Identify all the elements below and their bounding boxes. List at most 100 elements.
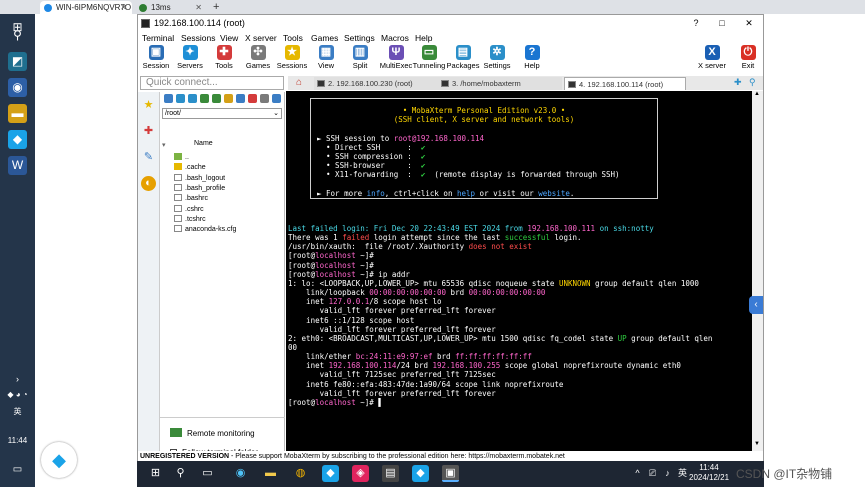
mobaxterm-float-icon[interactable]: ◆: [41, 442, 77, 478]
toolbar-session-button[interactable]: ▣ Session: [138, 44, 174, 70]
toolbar-x-server-button[interactable]: XX server: [694, 44, 730, 70]
browser-tab-remote[interactable]: WIN-6IPM6NQVR7O ✕: [40, 1, 132, 14]
file-row[interactable]: .cache: [174, 163, 206, 173]
mobaxterm-icon[interactable]: ◆: [322, 465, 339, 482]
new-tab-button[interactable]: +: [213, 0, 219, 14]
session-tab-4-active[interactable]: 4. 192.168.100.114 (root): [564, 77, 686, 90]
menu-sessions[interactable]: Sessions: [181, 32, 216, 44]
session-tab-2[interactable]: 2. 192.168.100.230 (root): [314, 77, 438, 90]
word-icon[interactable]: W: [8, 156, 27, 175]
attach-icon[interactable]: ⚲: [749, 77, 756, 88]
toolbar-label: Packages: [446, 61, 480, 70]
app-icon-c[interactable]: ◆: [412, 465, 429, 482]
terminal-icon[interactable]: ▤: [382, 465, 399, 482]
mobaxterm-icon[interactable]: ◆: [8, 130, 27, 149]
menu-help[interactable]: Help: [415, 32, 432, 44]
edge-icon[interactable]: ◉: [232, 465, 249, 482]
menu-games[interactable]: Games: [311, 32, 338, 44]
chevron-down-icon[interactable]: ⌄: [273, 109, 279, 118]
new-tab-icon[interactable]: ✚: [734, 77, 742, 88]
file-icon: [174, 183, 182, 191]
play-icon[interactable]: [212, 94, 221, 103]
folder-icon[interactable]: ▬: [262, 465, 279, 482]
refresh-icon[interactable]: [200, 94, 209, 103]
terminal[interactable]: • MobaXterm Personal Edition v23.0 • (SSH…: [286, 91, 752, 451]
toolbar-servers-button[interactable]: ✦ Servers: [172, 44, 208, 70]
folder-icon[interactable]: ▬: [8, 104, 27, 123]
file-row[interactable]: ..: [174, 153, 189, 163]
search-icon[interactable]: ⚲: [172, 465, 189, 482]
tools-icon[interactable]: ✚: [141, 124, 156, 139]
session-tab-3[interactable]: 3. /home/mobaxterm: [438, 77, 562, 90]
file-row[interactable]: anaconda-ks.cfg: [174, 225, 236, 235]
properties-icon[interactable]: [260, 94, 269, 103]
menu-settings[interactable]: Settings: [344, 32, 375, 44]
sftp-column-header[interactable]: Name: [194, 140, 213, 147]
sessions-star-icon[interactable]: ★: [141, 98, 156, 113]
toolbar-games-button[interactable]: ✣ Games: [240, 44, 276, 70]
sftp-path-input[interactable]: /root/ ⌄: [162, 108, 282, 119]
menu-view[interactable]: View: [220, 32, 238, 44]
download-icon[interactable]: [176, 94, 185, 103]
upload-icon[interactable]: [188, 94, 197, 103]
file-row[interactable]: .bashrc: [174, 194, 208, 204]
toolbar-view-button[interactable]: ▦ View: [308, 44, 344, 70]
minimize-button[interactable]: ?: [690, 15, 702, 32]
browser-tab-ping[interactable]: 13ms ✕: [135, 1, 207, 14]
up-folder-icon[interactable]: [164, 94, 173, 103]
expand-icon[interactable]: ›: [0, 374, 35, 384]
toolbar-multiexec-button[interactable]: Ψ MultiExec: [378, 44, 414, 70]
tray-lang[interactable]: 英: [0, 406, 35, 417]
terminal-line: inet6 ::1/128 scope host: [288, 316, 414, 325]
terminal-text: link/loopback: [288, 288, 370, 298]
toolbar-label: Games: [245, 61, 271, 70]
expand-panel-button[interactable]: ‹: [749, 296, 763, 314]
close-icon[interactable]: ✕: [195, 1, 202, 14]
scroll-up-icon[interactable]: ▲: [754, 91, 760, 97]
toolbar-help-button[interactable]: ? Help: [514, 44, 550, 70]
remote-monitoring-button[interactable]: Remote monitoring: [170, 428, 270, 440]
app-icon-active[interactable]: ▣: [442, 465, 459, 482]
close-icon[interactable]: ✕: [120, 1, 127, 14]
chrome-icon[interactable]: ◍: [292, 465, 309, 482]
toolbar-split-button[interactable]: ▥ Split: [342, 44, 378, 70]
sftp-icon[interactable]: ◐: [141, 176, 156, 191]
new-file-icon[interactable]: [236, 94, 245, 103]
macros-icon[interactable]: ✎: [141, 150, 156, 165]
app-icon-a[interactable]: ◩: [8, 52, 27, 71]
toolbar-settings-button[interactable]: ✲ Settings: [479, 44, 515, 70]
toolbar-sessions-button[interactable]: ★ Sessions: [274, 44, 310, 70]
file-row[interactable]: .tcshrc: [174, 214, 206, 225]
file-row[interactable]: .cshrc: [174, 204, 204, 215]
restore-button[interactable]: □: [716, 15, 728, 32]
taskbar-clock[interactable]: 11:44 2024/12/21: [689, 463, 729, 483]
home-tab-icon[interactable]: ⌂: [296, 77, 302, 88]
notification-icon[interactable]: ▭: [0, 464, 35, 475]
status-message[interactable]: - Please support MobaXterm by subscribin…: [231, 453, 565, 460]
file-row[interactable]: .bash_profile: [174, 183, 225, 194]
menu-terminal[interactable]: Terminal: [142, 32, 174, 44]
toolbar-packages-button[interactable]: ▤ Packages: [445, 44, 481, 70]
edge-icon[interactable]: ◉: [8, 78, 27, 97]
scroll-down-icon[interactable]: ▼: [754, 441, 760, 447]
file-row[interactable]: .bash_logout: [174, 173, 225, 184]
toolbar-tools-button[interactable]: ✚ Tools: [206, 44, 242, 70]
close-button[interactable]: ✕: [743, 15, 755, 32]
delete-icon[interactable]: [248, 94, 257, 103]
menu-macros[interactable]: Macros: [381, 32, 409, 44]
quick-connect-input[interactable]: Quick connect...: [140, 76, 284, 90]
terminal-scrollbar[interactable]: ▲ ▼: [752, 91, 763, 451]
app-icon-b[interactable]: ◈: [352, 465, 369, 482]
toolbar-exit-button[interactable]: ⏻ Exit: [730, 44, 766, 70]
task-view-icon[interactable]: ▭: [199, 465, 216, 482]
menu-x-server[interactable]: X server: [245, 32, 277, 44]
terminal-text: ~]# ip addr: [355, 269, 410, 279]
toolbar-tunneling-button[interactable]: ▭ Tunneling: [411, 44, 447, 70]
new-folder-icon[interactable]: [224, 94, 233, 103]
windows-start-icon[interactable]: ⊞: [147, 465, 164, 482]
menu-tools[interactable]: Tools: [283, 32, 303, 44]
terminal-text: login attempt since the last: [369, 233, 505, 243]
servers-icon: ✦: [182, 45, 198, 60]
search-icon[interactable]: ⚲: [8, 26, 27, 45]
sync-icon[interactable]: [272, 94, 281, 103]
